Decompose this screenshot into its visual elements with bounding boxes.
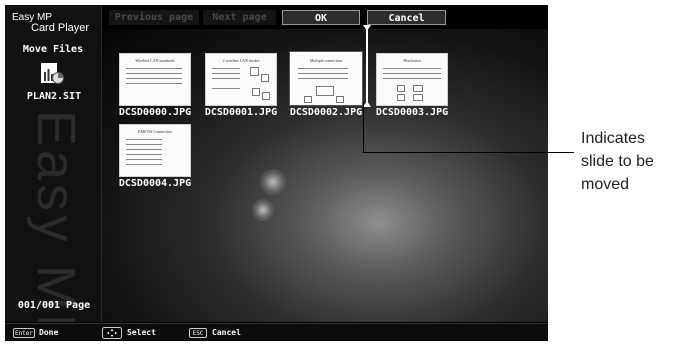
ok-button[interactable]: OK bbox=[282, 10, 360, 25]
callout-line2: slide to be bbox=[581, 153, 654, 170]
callout-line bbox=[363, 152, 574, 153]
callout-line1: Indicates bbox=[581, 130, 646, 147]
thumbnail-filename: DCSD0002.JPG bbox=[289, 107, 363, 118]
enter-key-label: Done bbox=[39, 328, 59, 337]
insertion-arrow-bottom-icon bbox=[363, 101, 371, 107]
cancel-button[interactable]: Cancel bbox=[367, 10, 446, 25]
slide-title: Multiple connection bbox=[309, 58, 343, 63]
slide-title: Wireless LAN standards bbox=[135, 58, 175, 63]
callout-line3: moved bbox=[581, 176, 630, 193]
thumbnail-area: Wireless LAN standards DCSD0000.JPG 2 wi… bbox=[102, 29, 548, 322]
brand-line2: Card Player bbox=[31, 22, 90, 34]
background-light bbox=[252, 199, 274, 221]
arrows-icon bbox=[102, 327, 122, 339]
slide-title: EMP NS Connection bbox=[138, 129, 172, 134]
status-bar: Enter Done Select ESC Cancel bbox=[5, 323, 548, 341]
player-screen: Easy MP Card Player Easy MP Move Files P… bbox=[5, 5, 548, 341]
thumbnail-slide[interactable]: EMP NS Connection bbox=[119, 124, 191, 177]
file-name: PLAN2.SIT bbox=[26, 91, 82, 102]
select-key-label: Select bbox=[127, 328, 156, 337]
background-light bbox=[260, 169, 286, 195]
insertion-arrow-top-icon bbox=[363, 25, 371, 31]
slide-title: Resolution bbox=[403, 58, 421, 63]
watermark: Easy MP bbox=[26, 110, 86, 322]
previous-page-button[interactable]: Previous page bbox=[109, 10, 199, 25]
thumbnail-filename: DCSD0000.JPG bbox=[118, 107, 192, 118]
thumbnail-filename: DCSD0001.JPG bbox=[204, 107, 278, 118]
slide-title: 2 wireless LAN modes bbox=[222, 58, 260, 63]
page-count: 001/001 Page bbox=[17, 300, 91, 311]
scenario-file-icon bbox=[41, 63, 64, 84]
enter-key: Enter bbox=[13, 328, 35, 338]
callout-text: Indicates slide to be moved bbox=[581, 127, 681, 196]
next-page-button[interactable]: Next page bbox=[203, 10, 276, 25]
mode-label: Move Files bbox=[22, 44, 84, 55]
insertion-marker bbox=[366, 27, 368, 107]
thumbnail-filename: DCSD0004.JPG bbox=[118, 178, 192, 189]
callout-connector bbox=[363, 102, 364, 153]
thumbnail-slide[interactable]: 2 wireless LAN modes bbox=[205, 53, 277, 106]
thumbnail-filename: DCSD0003.JPG bbox=[375, 107, 449, 118]
esc-key-label: Cancel bbox=[212, 328, 241, 337]
app-logo: Easy MP Card Player bbox=[12, 12, 89, 34]
thumbnail-slide[interactable]: Wireless LAN standards bbox=[119, 53, 191, 106]
esc-key: ESC bbox=[189, 328, 207, 338]
thumbnail-slide[interactable]: Resolution bbox=[376, 53, 448, 106]
sidebar: Easy MP Card Player Easy MP Move Files P… bbox=[5, 5, 102, 322]
thumbnail-slide-selected[interactable]: Multiple connection bbox=[289, 51, 363, 106]
